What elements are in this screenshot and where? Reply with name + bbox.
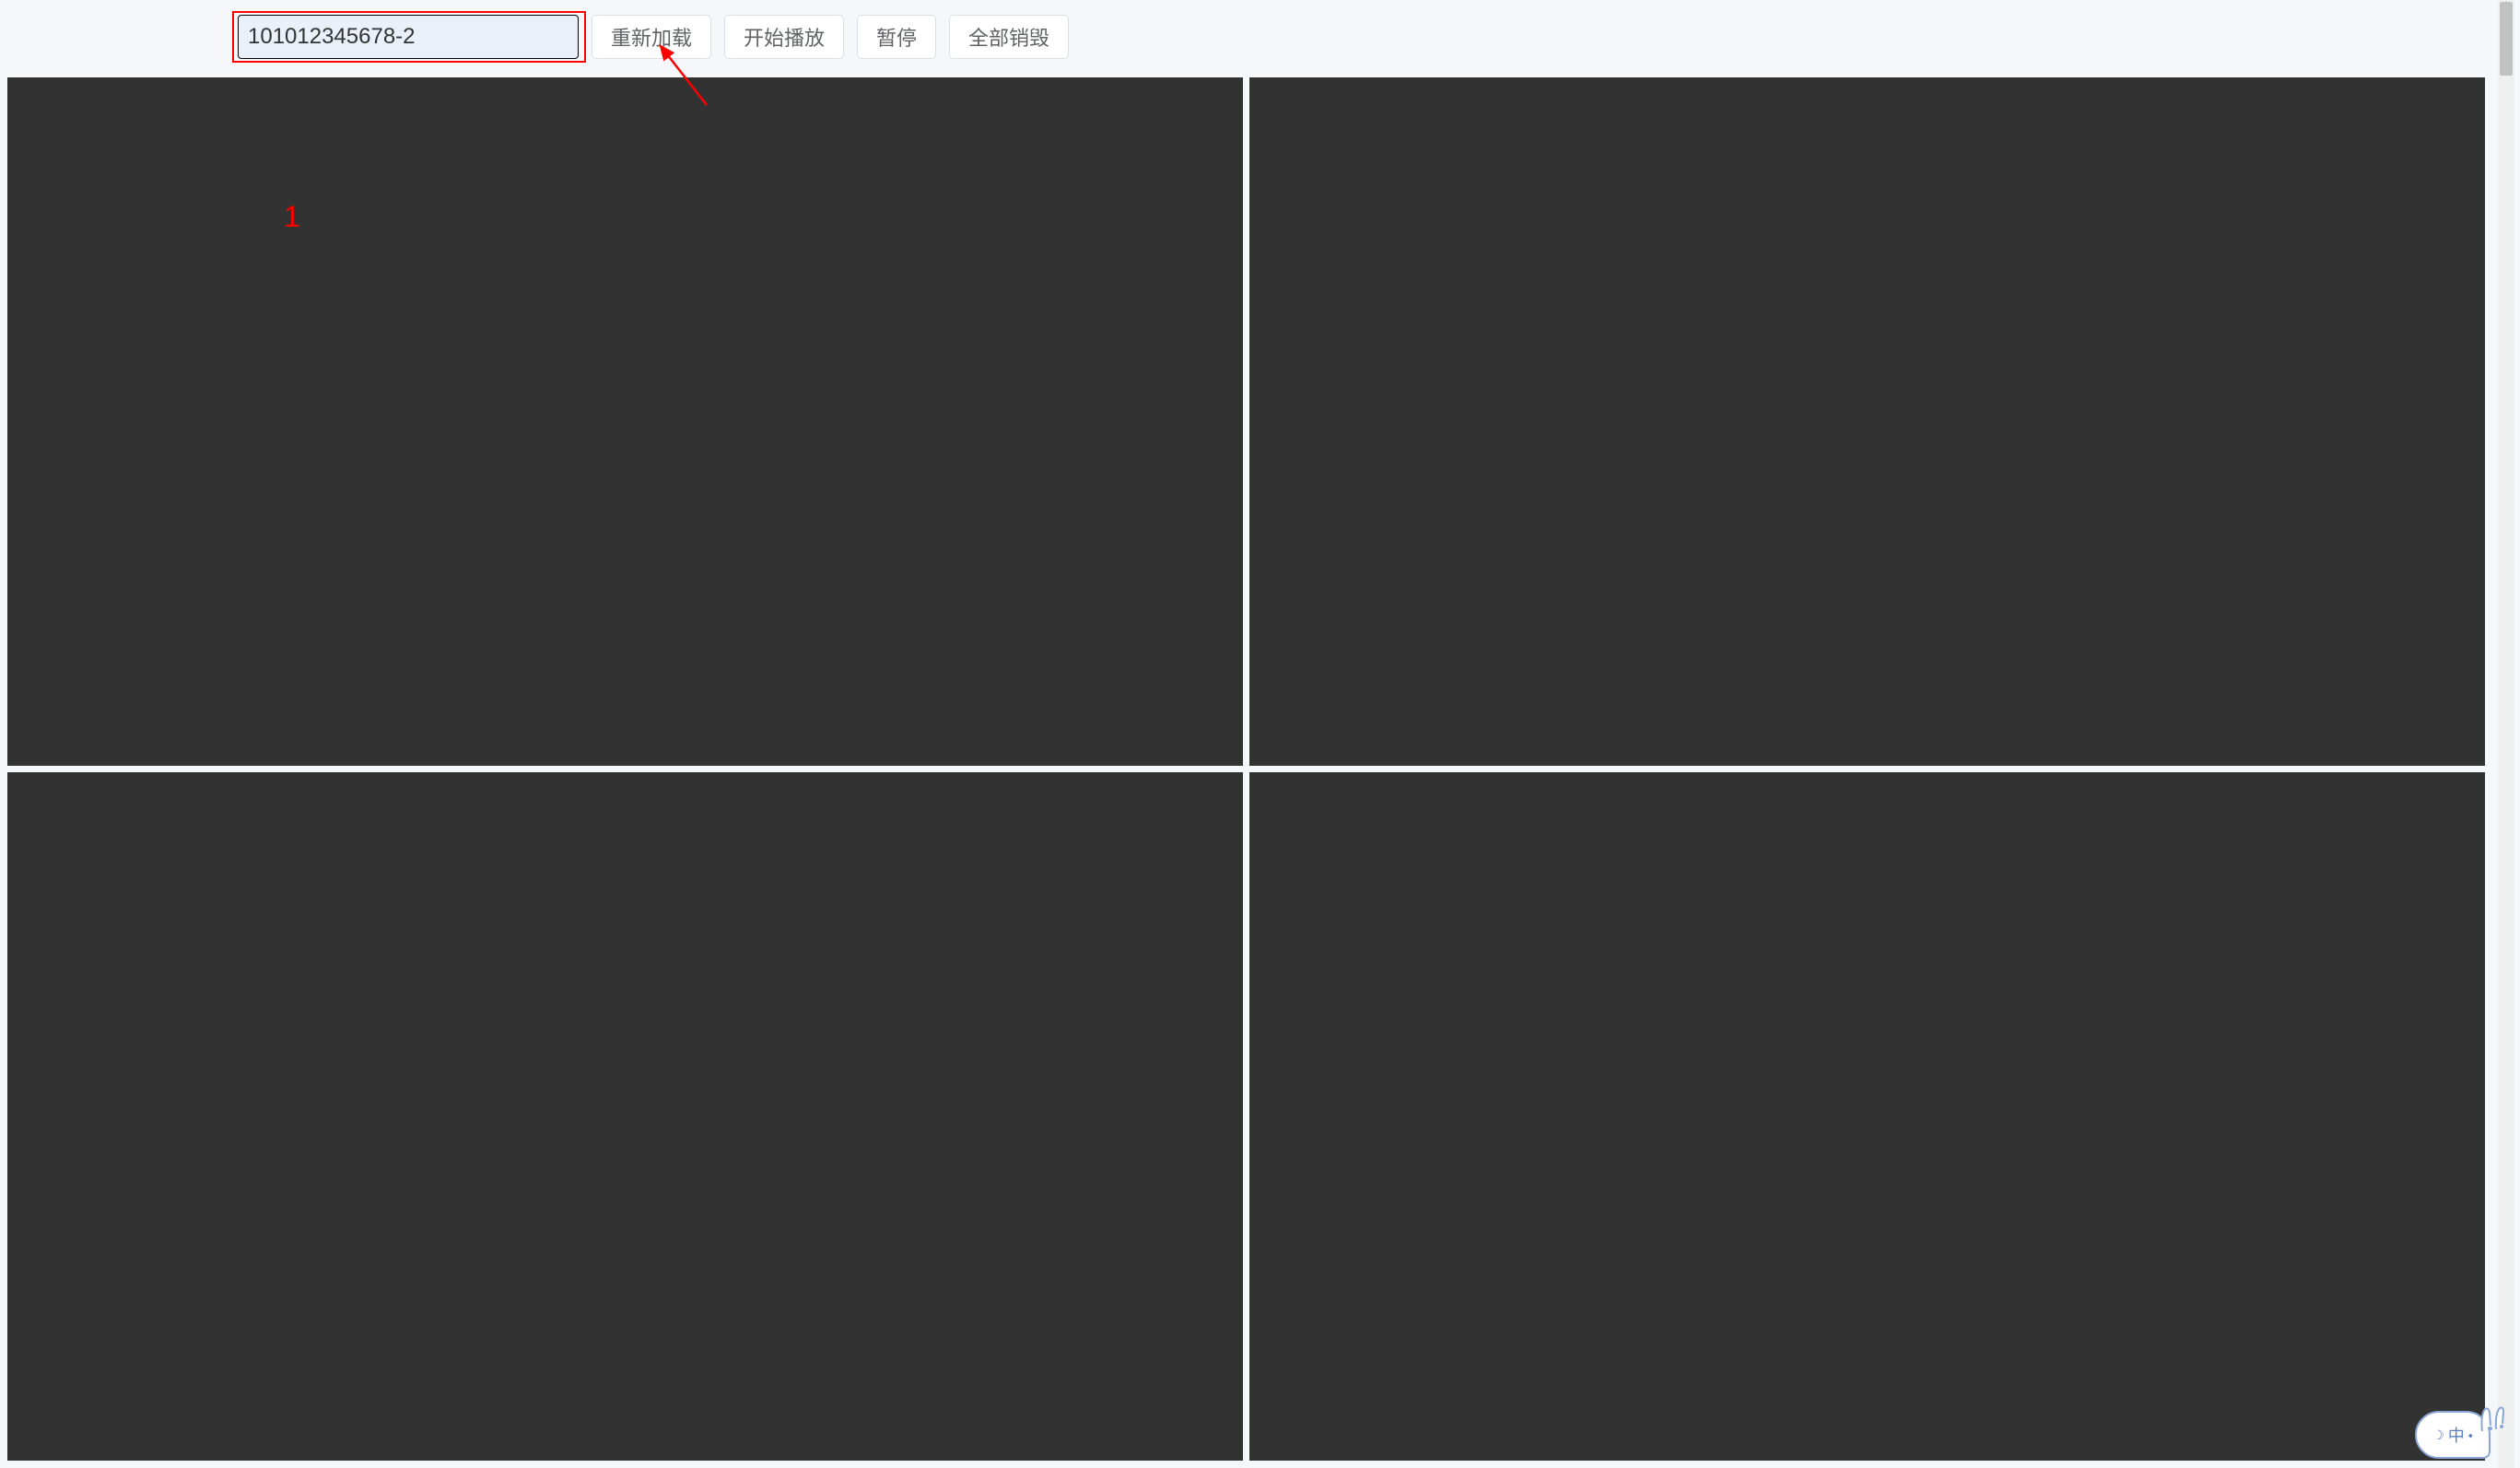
- vertical-scrollbar[interactable]: [2498, 0, 2514, 1468]
- id-input-wrapper: [238, 15, 579, 59]
- id-input[interactable]: [238, 15, 579, 59]
- destroy-all-button[interactable]: 全部销毁: [949, 15, 1069, 59]
- toolbar: 重新加载 开始播放 暂停 全部销毁: [0, 0, 2492, 74]
- video-grid: [0, 74, 2492, 1468]
- pause-button[interactable]: 暂停: [857, 15, 936, 59]
- reload-button[interactable]: 重新加载: [592, 15, 711, 59]
- video-panel-2[interactable]: [1249, 77, 2485, 766]
- scrollbar-thumb[interactable]: [2500, 2, 2513, 76]
- video-panel-4[interactable]: [1249, 772, 2485, 1461]
- video-panel-1[interactable]: [7, 77, 1243, 766]
- video-panel-3[interactable]: [7, 772, 1243, 1461]
- play-button[interactable]: 开始播放: [724, 15, 844, 59]
- main-area: 重新加载 开始播放 暂停 全部销毁: [0, 0, 2492, 1468]
